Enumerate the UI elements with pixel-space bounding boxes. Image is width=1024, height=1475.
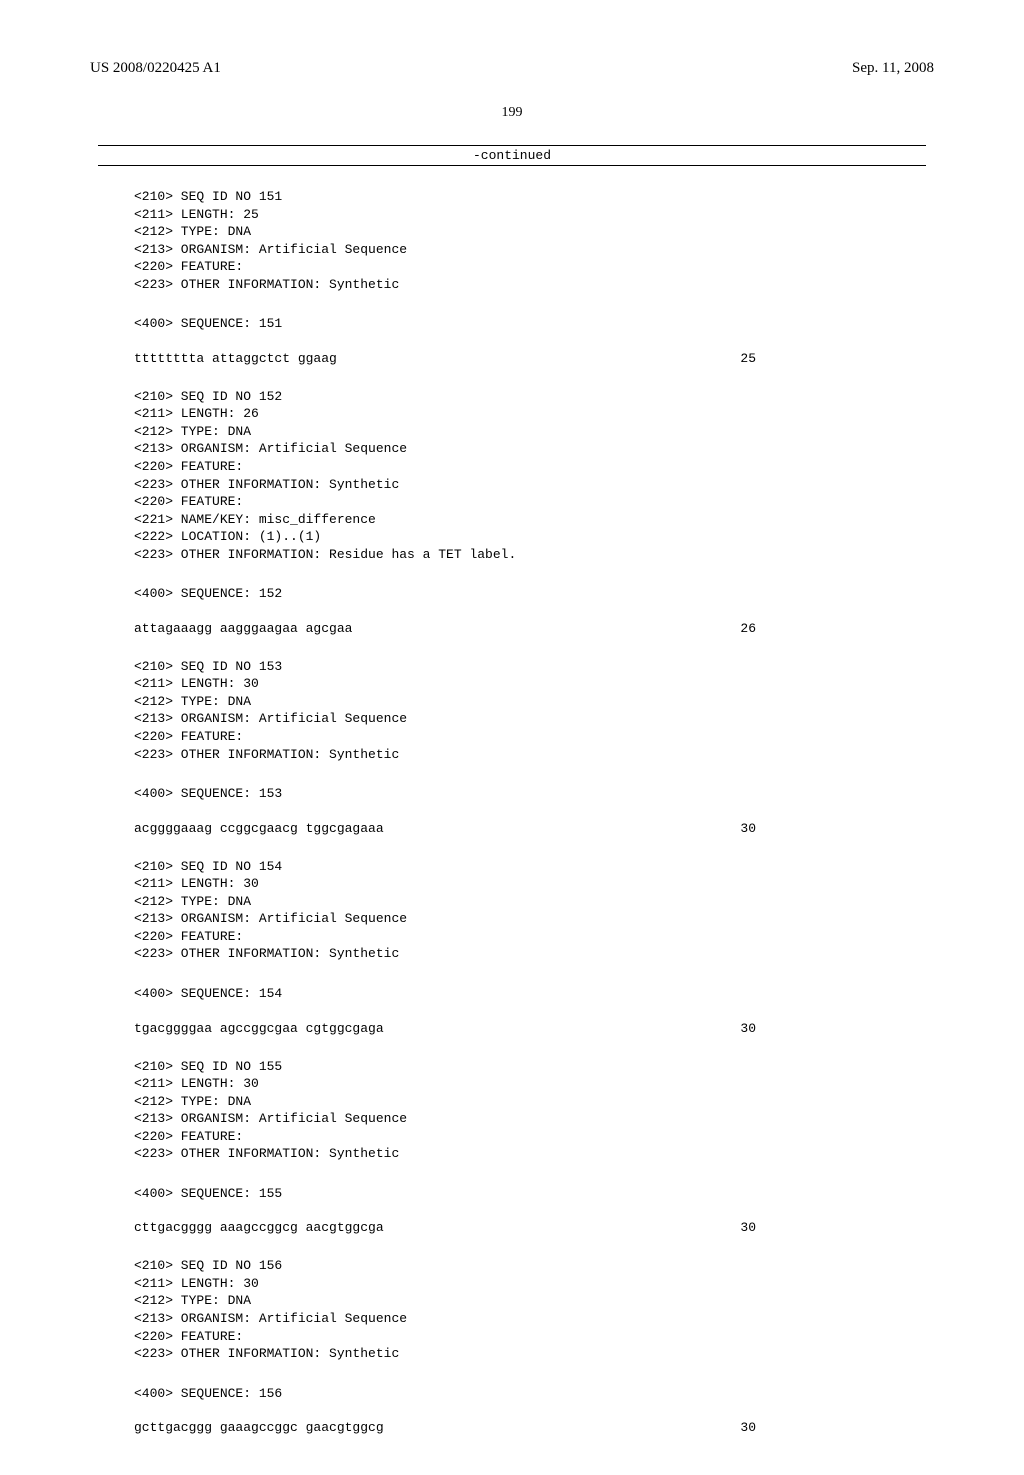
continued-label: -continued [90, 148, 934, 163]
sequence-length: 30 [740, 1021, 926, 1036]
sequence-length: 25 [740, 351, 926, 366]
sequence-entry: <210> SEQ ID NO 151 <211> LENGTH: 25 <21… [98, 188, 926, 366]
publication-number: US 2008/0220425 A1 [90, 60, 221, 77]
sequence-header: <400> SEQUENCE: 156 [134, 1385, 926, 1403]
page-number: 199 [90, 105, 934, 121]
sequence-length: 30 [740, 1420, 926, 1435]
sequence-meta: <210> SEQ ID NO 156 <211> LENGTH: 30 <21… [134, 1257, 926, 1362]
sequence-row: tttttttta attaggctct ggaag 25 [134, 351, 926, 366]
page-header: US 2008/0220425 A1 Sep. 11, 2008 [90, 60, 934, 77]
sequence-length: 30 [740, 821, 926, 836]
page: US 2008/0220425 A1 Sep. 11, 2008 199 -co… [0, 0, 1024, 1475]
sequence-meta: <210> SEQ ID NO 152 <211> LENGTH: 26 <21… [134, 388, 926, 563]
sequence-header: <400> SEQUENCE: 155 [134, 1185, 926, 1203]
sequence-row: attagaaagg aagggaagaa agcgaa 26 [134, 621, 926, 636]
sequence-text: attagaaagg aagggaagaa agcgaa [134, 621, 352, 636]
publication-date: Sep. 11, 2008 [852, 60, 934, 77]
sequence-text: gcttgacggg gaaagccggc gaacgtggcg [134, 1420, 384, 1435]
sequence-row: gcttgacggg gaaagccggc gaacgtggcg 30 [134, 1420, 926, 1435]
bottom-rule [98, 165, 926, 166]
sequence-text: cttgacgggg aaagccggcg aacgtggcga [134, 1220, 384, 1235]
sequence-entry: <210> SEQ ID NO 154 <211> LENGTH: 30 <21… [98, 858, 926, 1036]
sequence-meta: <210> SEQ ID NO 151 <211> LENGTH: 25 <21… [134, 188, 926, 293]
sequence-header: <400> SEQUENCE: 153 [134, 785, 926, 803]
sequence-length: 30 [740, 1220, 926, 1235]
sequence-row: cttgacgggg aaagccggcg aacgtggcga 30 [134, 1220, 926, 1235]
sequence-header: <400> SEQUENCE: 154 [134, 985, 926, 1003]
sequence-entry: <210> SEQ ID NO 153 <211> LENGTH: 30 <21… [98, 658, 926, 836]
sequence-entry: <210> SEQ ID NO 156 <211> LENGTH: 30 <21… [98, 1257, 926, 1435]
sequence-meta: <210> SEQ ID NO 155 <211> LENGTH: 30 <21… [134, 1058, 926, 1163]
sequence-header: <400> SEQUENCE: 151 [134, 315, 926, 333]
sequence-meta: <210> SEQ ID NO 154 <211> LENGTH: 30 <21… [134, 858, 926, 963]
sequence-listing: <210> SEQ ID NO 151 <211> LENGTH: 25 <21… [90, 188, 934, 1435]
sequence-text: tttttttta attaggctct ggaag [134, 351, 337, 366]
sequence-row: tgacggggaa agccggcgaa cgtggcgaga 30 [134, 1021, 926, 1036]
sequence-entry: <210> SEQ ID NO 155 <211> LENGTH: 30 <21… [98, 1058, 926, 1236]
sequence-text: tgacggggaa agccggcgaa cgtggcgaga [134, 1021, 384, 1036]
top-rule [98, 145, 926, 146]
sequence-text: acggggaaag ccggcgaacg tggcgagaaa [134, 821, 384, 836]
sequence-row: acggggaaag ccggcgaacg tggcgagaaa 30 [134, 821, 926, 836]
sequence-length: 26 [740, 621, 926, 636]
sequence-header: <400> SEQUENCE: 152 [134, 585, 926, 603]
sequence-meta: <210> SEQ ID NO 153 <211> LENGTH: 30 <21… [134, 658, 926, 763]
sequence-entry: <210> SEQ ID NO 152 <211> LENGTH: 26 <21… [98, 388, 926, 636]
